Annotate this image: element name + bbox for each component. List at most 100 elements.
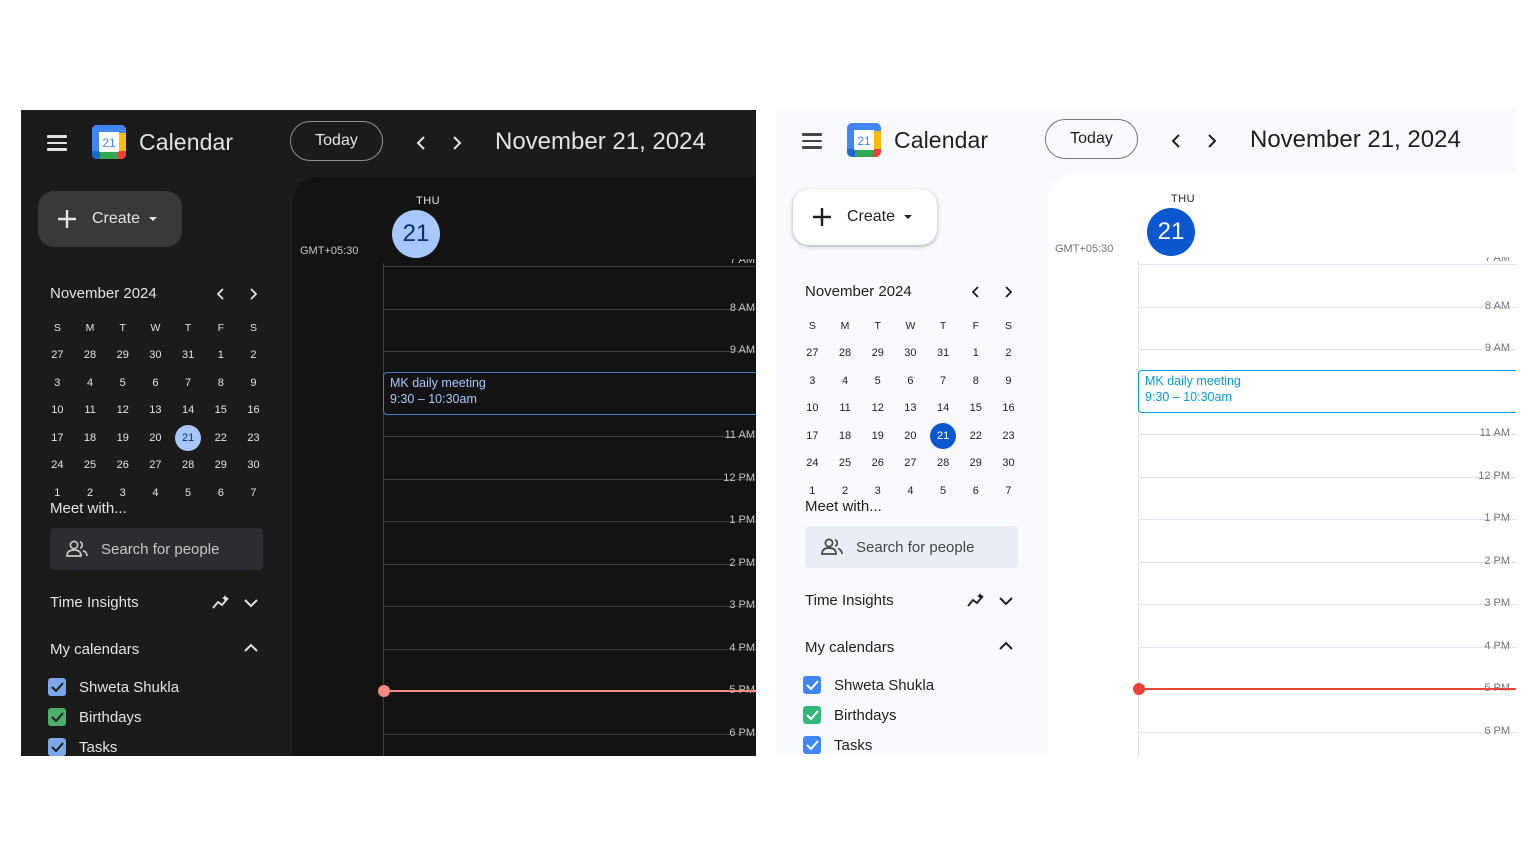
event-mk-daily-meeting[interactable]: MK daily meeting 9:30 – 10:30am — [383, 372, 756, 415]
mini-calendar-day[interactable]: 27 — [41, 343, 74, 367]
event-mk-daily-meeting[interactable]: MK daily meeting 9:30 – 10:30am — [1138, 370, 1516, 413]
day-number-button[interactable]: 21 — [392, 210, 440, 258]
mini-calendar-day[interactable]: 9 — [237, 371, 270, 395]
checkbox-checked-icon[interactable] — [48, 738, 66, 756]
mini-calendar-day[interactable]: 23 — [237, 426, 270, 450]
mini-calendar-day[interactable]: 14 — [927, 396, 960, 420]
mini-calendar-day[interactable]: 10 — [796, 396, 829, 420]
mini-calendar-day[interactable]: 28 — [829, 341, 862, 365]
calendar-item[interactable]: Birthdays — [803, 706, 897, 724]
mini-calendar-day[interactable]: 16 — [237, 398, 270, 422]
mini-calendar-day[interactable]: 11 — [74, 398, 107, 422]
mini-calendar-day[interactable]: 10 — [41, 398, 74, 422]
mini-calendar-day[interactable]: 3 — [41, 371, 74, 395]
mini-calendar-day[interactable]: 3 — [796, 369, 829, 393]
mini-calendar-day[interactable]: 6 — [139, 371, 172, 395]
calendar-item[interactable]: Birthdays — [48, 708, 142, 726]
mini-calendar-day[interactable]: 16 — [992, 396, 1025, 420]
mini-calendar-day[interactable]: 25 — [829, 451, 862, 475]
mini-calendar-day[interactable]: 28 — [172, 453, 205, 477]
mini-next-month-chevron-right-icon[interactable] — [243, 284, 263, 304]
mini-next-month-chevron-right-icon[interactable] — [998, 282, 1018, 302]
mini-calendar-day[interactable]: 22 — [204, 426, 237, 450]
mini-calendar-day[interactable]: 27 — [894, 451, 927, 475]
mini-calendar-day[interactable]: 5 — [106, 371, 139, 395]
insights-chart-icon[interactable] — [967, 590, 987, 610]
mini-calendar-day[interactable]: 7 — [237, 481, 270, 505]
mini-calendar-day[interactable]: 19 — [861, 424, 894, 448]
mini-calendar-day[interactable]: 24 — [41, 453, 74, 477]
create-button[interactable]: Create — [38, 191, 182, 247]
mini-calendar-day[interactable]: 6 — [204, 481, 237, 505]
mini-calendar-day[interactable]: 4 — [74, 371, 107, 395]
mini-calendar-day[interactable]: 29 — [106, 343, 139, 367]
mini-calendar-day[interactable]: 1 — [204, 343, 237, 367]
mini-calendar-day[interactable]: 13 — [139, 398, 172, 422]
mini-calendar-day[interactable]: 20 — [894, 424, 927, 448]
mini-calendar-day[interactable]: 28 — [927, 451, 960, 475]
mini-calendar-day[interactable]: 11 — [829, 396, 862, 420]
mini-calendar-day[interactable]: 17 — [41, 426, 74, 450]
mini-calendar-day[interactable]: 5 — [172, 481, 205, 505]
mini-calendar-day[interactable]: 15 — [204, 398, 237, 422]
mini-calendar-day[interactable]: 4 — [894, 479, 927, 503]
next-day-chevron-right-icon[interactable] — [1199, 129, 1223, 153]
mini-calendar-day[interactable]: 27 — [139, 453, 172, 477]
calendar-item[interactable]: Shweta Shukla — [48, 678, 179, 696]
mini-calendar-day[interactable]: 6 — [959, 479, 992, 503]
mini-calendar-day[interactable]: 20 — [139, 426, 172, 450]
checkbox-checked-icon[interactable] — [803, 706, 821, 724]
mini-calendar-day[interactable]: 4 — [139, 481, 172, 505]
my-calendars-chevron-up-icon[interactable] — [241, 638, 261, 658]
time-insights-chevron-down-icon[interactable] — [996, 591, 1016, 611]
mini-calendar-day[interactable]: 4 — [829, 369, 862, 393]
today-button[interactable]: Today — [290, 121, 383, 161]
next-day-chevron-right-icon[interactable] — [444, 131, 468, 155]
mini-calendar-day[interactable]: 31 — [172, 343, 205, 367]
mini-calendar-day[interactable]: 12 — [861, 396, 894, 420]
mini-calendar-day[interactable]: 24 — [796, 451, 829, 475]
checkbox-checked-icon[interactable] — [48, 708, 66, 726]
mini-calendar-day[interactable]: 30 — [992, 451, 1025, 475]
day-number-button[interactable]: 21 — [1147, 208, 1195, 256]
mini-calendar-day[interactable]: 5 — [861, 369, 894, 393]
mini-calendar-day[interactable]: 2 — [992, 341, 1025, 365]
mini-calendar-day[interactable]: 26 — [861, 451, 894, 475]
mini-calendar-day[interactable]: 15 — [959, 396, 992, 420]
main-menu-icon[interactable] — [47, 134, 69, 152]
mini-calendar-day[interactable]: 7 — [172, 371, 205, 395]
search-people-input[interactable]: Search for people — [50, 528, 263, 570]
mini-calendar-day[interactable]: 8 — [959, 369, 992, 393]
mini-calendar-day[interactable]: 7 — [992, 479, 1025, 503]
mini-calendar-day[interactable]: 23 — [992, 424, 1025, 448]
mini-calendar-day[interactable]: 30 — [139, 343, 172, 367]
mini-calendar-day[interactable]: 14 — [172, 398, 205, 422]
mini-calendar-day[interactable]: 18 — [74, 426, 107, 450]
checkbox-checked-icon[interactable] — [803, 676, 821, 694]
mini-calendar-day[interactable]: 18 — [829, 424, 862, 448]
checkbox-checked-icon[interactable] — [803, 736, 821, 754]
mini-prev-month-chevron-left-icon[interactable] — [966, 282, 986, 302]
mini-calendar-day[interactable]: 1 — [959, 341, 992, 365]
mini-calendar-day[interactable]: 9 — [992, 369, 1025, 393]
mini-calendar-day[interactable]: 12 — [106, 398, 139, 422]
mini-calendar-day[interactable]: 13 — [894, 396, 927, 420]
mini-calendar-day[interactable]: 7 — [927, 369, 960, 393]
mini-calendar-day[interactable]: 28 — [74, 343, 107, 367]
search-people-input[interactable]: Search for people — [805, 526, 1018, 568]
main-menu-icon[interactable] — [802, 132, 824, 150]
mini-calendar-day[interactable]: 30 — [237, 453, 270, 477]
mini-calendar-day[interactable]: 27 — [796, 341, 829, 365]
prev-day-chevron-left-icon[interactable] — [410, 131, 434, 155]
calendar-item[interactable]: Shweta Shukla — [803, 676, 934, 694]
mini-calendar-day[interactable]: 31 — [927, 341, 960, 365]
prev-day-chevron-left-icon[interactable] — [1165, 129, 1189, 153]
mini-prev-month-chevron-left-icon[interactable] — [211, 284, 231, 304]
calendar-item[interactable]: Tasks — [48, 738, 117, 756]
mini-calendar-day[interactable]: 17 — [796, 424, 829, 448]
mini-calendar-day[interactable]: 26 — [106, 453, 139, 477]
mini-calendar-day[interactable]: 29 — [204, 453, 237, 477]
mini-calendar-day[interactable]: 5 — [927, 479, 960, 503]
mini-calendar-day[interactable]: 22 — [959, 424, 992, 448]
calendar-item[interactable]: Tasks — [803, 736, 872, 754]
